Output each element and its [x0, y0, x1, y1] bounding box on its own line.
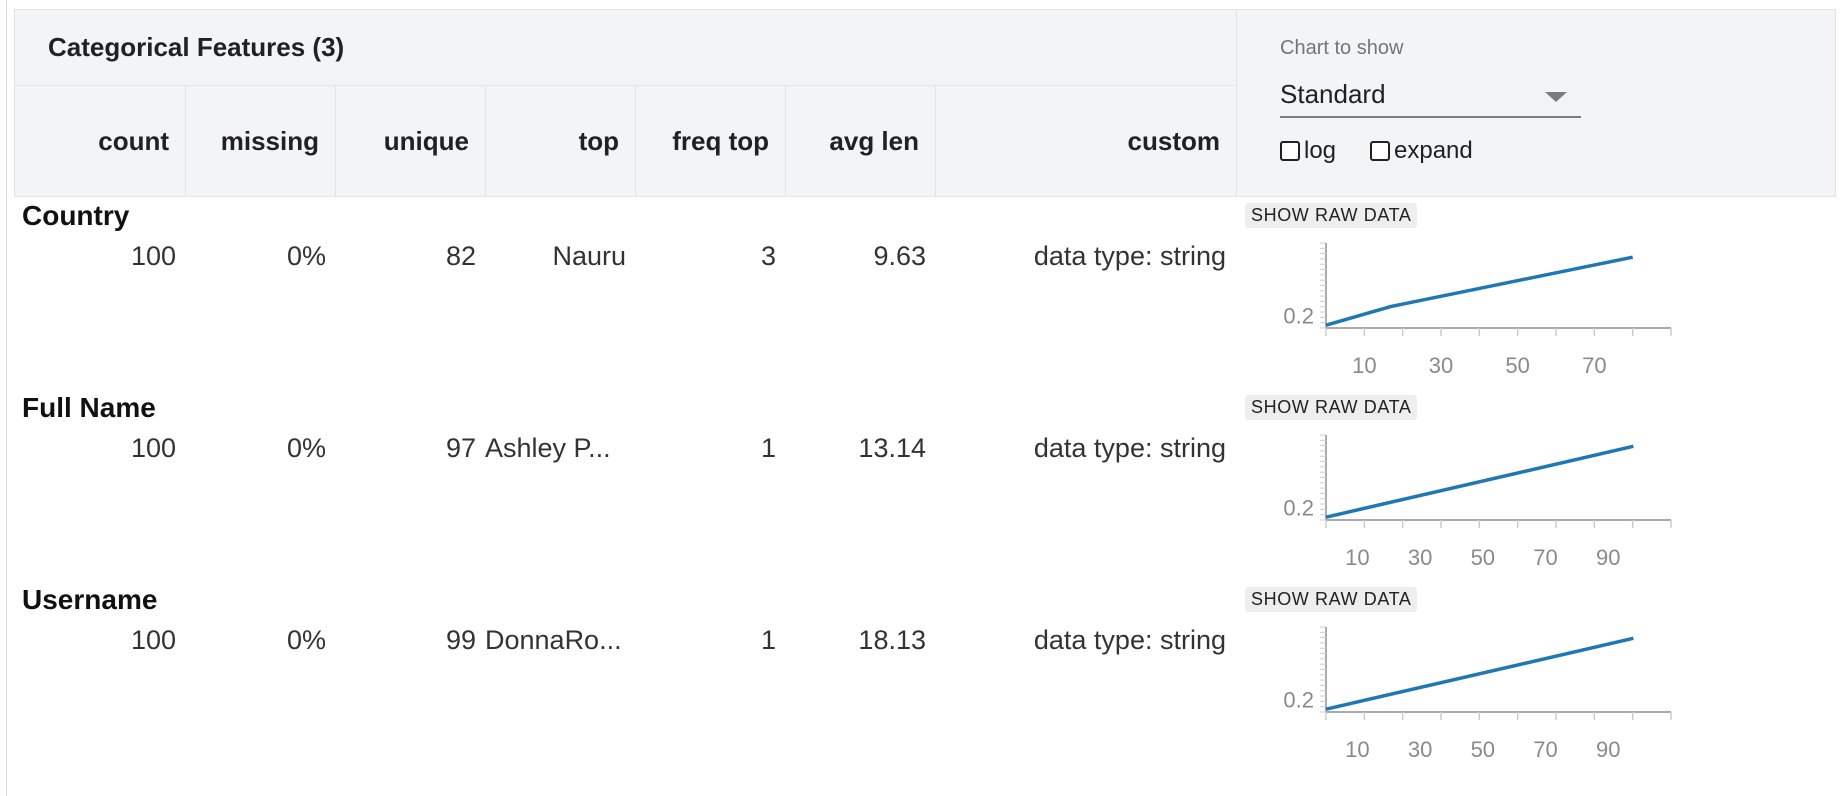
cell-custom: data type: string [1033, 625, 1226, 655]
x-tick-label: 30 [1429, 353, 1453, 378]
show-raw-data-button[interactable]: SHOW RAW DATA [1245, 587, 1418, 612]
log-label: log [1304, 137, 1337, 164]
feature-row: Country 100 0% 82 Nauru 3 9.63 data type: strin… [0, 200, 1844, 392]
series-line [1325, 255, 1634, 327]
feature-name: Country [22, 200, 130, 231]
cell-custom: data type: string [1033, 433, 1226, 463]
x-tick-label: 70 [1582, 353, 1606, 378]
cell-missing: 0% [286, 433, 326, 463]
x-tick-label: 30 [1408, 545, 1432, 570]
cell-freq-top: 1 [760, 433, 776, 463]
cell-top: Nauru [552, 241, 626, 271]
cell-count: 100 [130, 241, 176, 271]
table-header: Categorical Features (3) count missing u… [14, 9, 1836, 197]
x-tick-label: 50 [1505, 353, 1529, 378]
chart-to-show-label: Chart to show [1280, 37, 1404, 59]
chart-controls: Chart to show Standard log expand [1236, 10, 1837, 196]
cell-missing: 0% [286, 625, 326, 655]
x-tick-label: 90 [1596, 545, 1620, 570]
expand-label: expand [1394, 137, 1473, 164]
expand-toggle[interactable]: expand [1370, 135, 1473, 167]
cell-unique: 99 [445, 625, 476, 655]
feature-row: Full Name 100 0% 97 Ashley P... 1 13.14 data ty… [0, 392, 1844, 584]
cell-count: 100 [130, 625, 176, 655]
cell-freq-top: 1 [760, 625, 776, 655]
column-header-top[interactable]: top [486, 86, 636, 197]
feature-row: Username 100 0% 99 DonnaRo... 1 18.13 data type… [0, 584, 1844, 776]
cell-custom: data type: string [1033, 241, 1226, 271]
x-tick-label: 30 [1408, 737, 1432, 762]
feature-name: Full Name [22, 392, 156, 423]
cell-unique: 97 [445, 433, 476, 463]
chevron-down-icon [1545, 92, 1567, 102]
cell-avg-len: 13.14 [858, 433, 926, 463]
cell-avg-len: 18.13 [858, 625, 926, 655]
x-tick-label: 70 [1533, 545, 1557, 570]
column-header-missing[interactable]: missing [186, 86, 336, 197]
distribution-chart: 0.2 10 30 50 70 90 [1283, 434, 1672, 570]
log-checkbox[interactable] [1280, 141, 1300, 161]
cell-avg-len: 9.63 [873, 241, 926, 271]
x-tick-label: 10 [1345, 737, 1369, 762]
column-header-count[interactable]: count [15, 86, 186, 197]
y-tick-label: 0.2 [1283, 304, 1314, 329]
x-tick-label: 50 [1471, 545, 1495, 570]
x-tick-label: 50 [1471, 737, 1495, 762]
series-line [1325, 444, 1634, 519]
chart-type-value: Standard [1280, 79, 1386, 109]
column-header-avg-len[interactable]: avg len [786, 86, 936, 197]
x-tick-label: 90 [1596, 737, 1620, 762]
show-raw-data-button[interactable]: SHOW RAW DATA [1245, 395, 1418, 420]
series-line [1325, 636, 1634, 711]
distribution-chart: 0.2 10 30 50 70 [1283, 242, 1672, 378]
show-raw-data-button[interactable]: SHOW RAW DATA [1245, 203, 1418, 228]
y-tick-label: 0.2 [1283, 496, 1314, 521]
cell-unique: 82 [445, 241, 476, 271]
cell-top: DonnaRo... [485, 625, 622, 655]
column-header-freq-top[interactable]: freq top [636, 86, 786, 197]
expand-checkbox[interactable] [1370, 141, 1390, 161]
cell-missing: 0% [286, 241, 326, 271]
log-toggle[interactable]: log [1280, 135, 1336, 167]
feature-name: Username [22, 584, 158, 615]
x-tick-label: 70 [1533, 737, 1557, 762]
cell-top: Ashley P... [485, 433, 611, 463]
cell-count: 100 [130, 433, 176, 463]
column-header-unique[interactable]: unique [336, 86, 486, 197]
x-tick-label: 10 [1345, 545, 1369, 570]
x-tick-label: 10 [1352, 353, 1376, 378]
y-tick-label: 0.2 [1283, 688, 1314, 713]
section-title: Categorical Features (3) [48, 32, 345, 62]
cell-freq-top: 3 [760, 241, 776, 271]
column-header-custom[interactable]: custom [936, 86, 1236, 197]
chart-type-select[interactable]: Standard [1280, 70, 1581, 118]
distribution-chart: 0.2 10 30 50 70 90 [1283, 626, 1672, 762]
